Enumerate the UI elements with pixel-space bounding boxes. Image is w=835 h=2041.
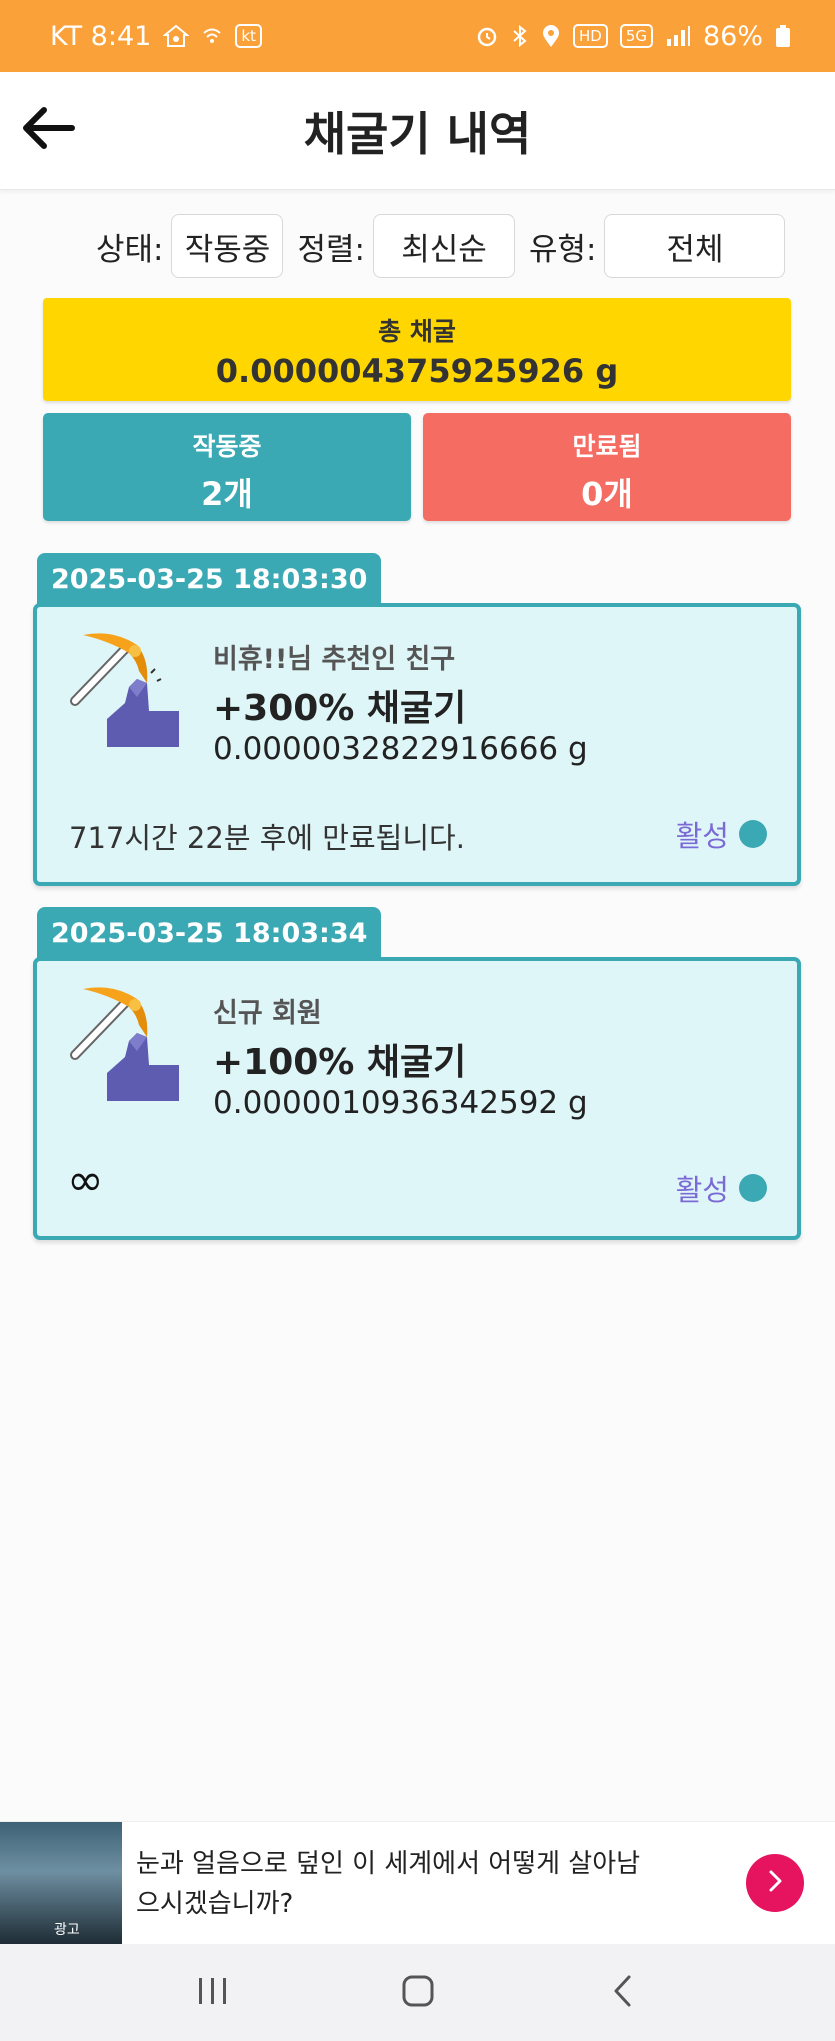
type-filter-value: 전체 [666,231,724,268]
ad-banner[interactable]: 광고 눈과 얼음으로 덮인 이 세계에서 어떻게 살아남으시겠습니까? [0,1821,835,1945]
location-icon [541,24,561,48]
carrier-time: KT 8:41 [50,20,152,52]
alarm-icon [475,24,499,48]
status-dot-icon [739,820,767,848]
network-badge: 5G [619,24,653,48]
filter-bar: 상태: 작동중 정렬: 최신순 유형: 전체 [96,214,799,278]
miner-date-tab: 2025-03-25 18:03:34 [37,907,382,959]
miner-card[interactable]: 비휴!!님 추천인 친구 +300% 채굴기 0.000003282291666… [33,603,801,886]
nav-back-button[interactable] [593,1963,653,2023]
ad-open-button[interactable] [746,1854,804,1912]
battery-icon [775,24,791,48]
miner-amount: 0.0000010936342592 g [213,1085,588,1121]
active-count-label: 작동중 [192,432,262,461]
status-dot-icon [739,1174,767,1202]
pickaxe-icon [67,627,187,747]
ad-thumbnail[interactable]: 광고 [0,1822,122,1945]
sort-filter-value: 최신순 [401,231,487,268]
expired-count-value: 0개 [581,475,633,513]
nav-home-button[interactable] [388,1963,448,2023]
miner-name: +100% 채굴기 [213,1042,467,1083]
sort-filter-label: 정렬: [297,231,365,268]
status-bar-right: HD 5G 86% [475,21,791,52]
home-security-icon [163,24,190,48]
miner-status: 활성 [676,813,767,855]
infinity-icon: ∞ [67,1155,104,1206]
system-nav-bar [0,1944,835,2041]
pickaxe-icon [67,981,187,1101]
battery-percent: 86% [702,20,763,52]
sort-filter-select[interactable]: 최신순 [372,214,515,278]
status-filter-value: 작동중 [184,231,271,268]
ad-label: 광고 [54,1922,80,1938]
bluetooth-icon [511,24,529,48]
expired-count-box[interactable]: 만료됨 0개 [423,413,791,521]
app-header: 채굴기 내역 [0,72,835,190]
miner-name: +300% 채굴기 [213,688,467,729]
recent-apps-icon [196,1976,230,2010]
status-bar-left: KT 8:41 kt [50,21,262,52]
miner-subtitle: 신규 회원 [213,998,322,1029]
ad-text[interactable]: 눈과 얼음으로 덮인 이 세계에서 어떻게 살아남으시겠습니까? [136,1844,656,1924]
hd-voice-badge: HD [572,24,608,48]
miner-amount: 0.0000032822916666 g [213,731,588,767]
app-screen: KT 8:41 kt HD 5G 86% 채굴기 내역 상태: 작동중 정렬: … [0,0,835,2041]
home-icon [401,1974,435,2012]
wifi-call-icon [201,25,223,47]
nav-back-icon [611,1974,635,2012]
active-count-value: 2개 [201,475,253,513]
total-mined-label: 총 채굴 [378,317,456,346]
miner-status-label: 활성 [675,819,729,853]
chevron-right-icon [764,1868,786,1898]
total-mined-value: 0.000004375925926 g [215,352,619,390]
miner-subtitle: 비휴!!님 추천인 친구 [213,644,456,675]
expired-count-label: 만료됨 [572,432,642,461]
carrier-badge: kt [235,24,262,48]
active-count-box[interactable]: 작동중 2개 [43,413,411,521]
miner-expire-text: 717시간 22분 후에 만료됩니다. [69,821,465,855]
page-title: 채굴기 내역 [303,107,532,161]
miner-status: 활성 [676,1167,767,1209]
status-filter-label: 상태: [96,231,164,268]
type-filter-label: 유형: [528,231,597,268]
miner-card[interactable]: 신규 회원 +100% 채굴기 0.0000010936342592 g ∞ 활… [33,957,801,1240]
status-bar: KT 8:41 kt HD 5G 86% [0,0,835,72]
type-filter-select[interactable]: 전체 [604,214,786,278]
miner-date-tab: 2025-03-25 18:03:30 [37,553,382,605]
total-mined-box: 총 채굴 0.000004375925926 g [43,298,791,401]
status-filter-select[interactable]: 작동중 [171,214,284,278]
signal-icon [665,25,691,47]
miner-status-label: 활성 [675,1173,729,1207]
nav-recent-button[interactable] [183,1963,243,2023]
